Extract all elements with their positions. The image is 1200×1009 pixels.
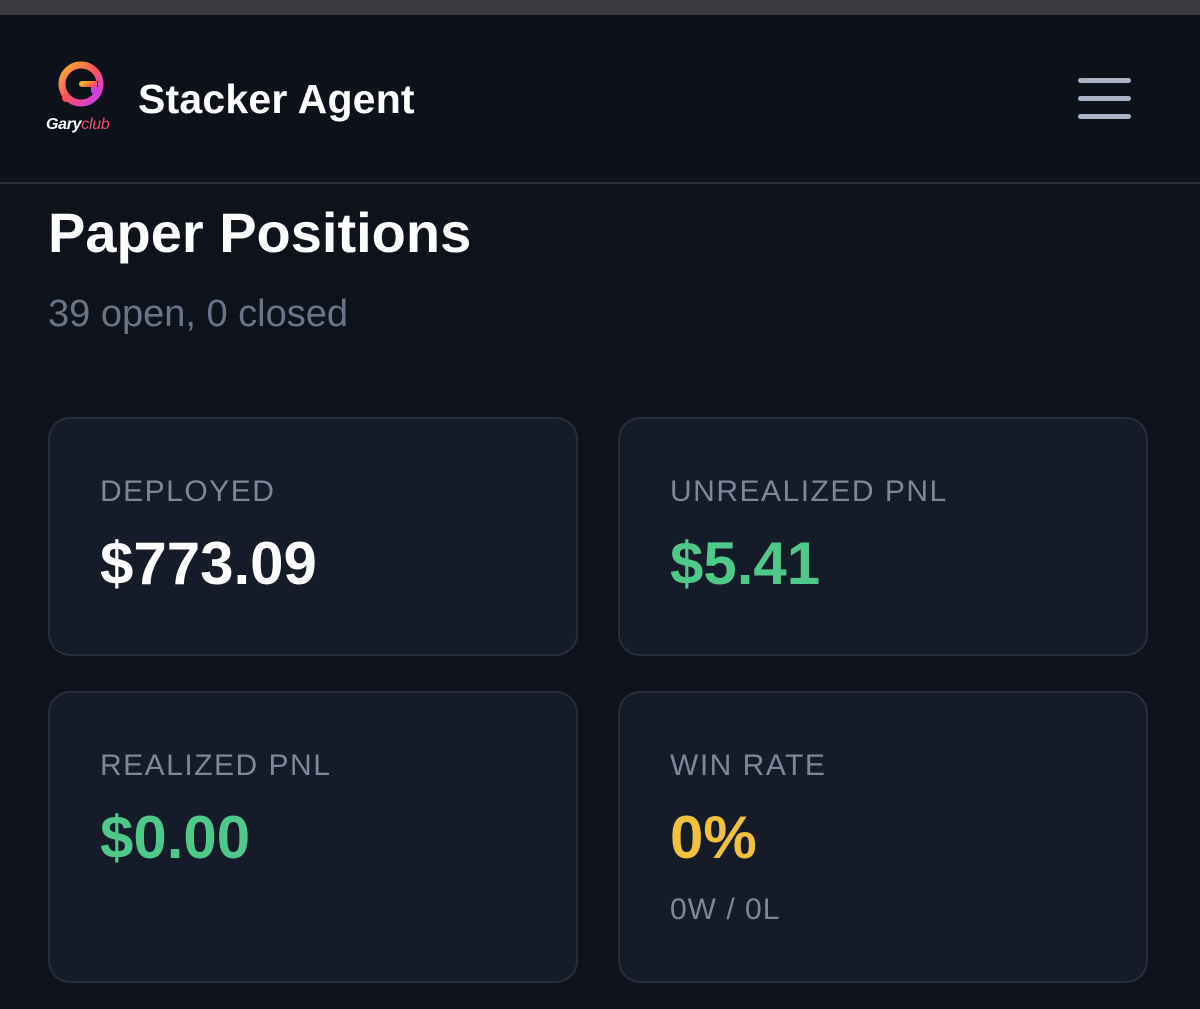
realized-pnl-card: REALIZED PNL $0.00	[48, 691, 578, 983]
page-title: Paper Positions	[48, 201, 472, 264]
logo-text-secondary: club	[81, 116, 110, 133]
deployed-label: DEPLOYED	[100, 475, 276, 508]
win-rate-value: 0%	[670, 804, 757, 871]
header-divider	[0, 182, 1200, 184]
unrealized-pnl-value: $5.41	[670, 530, 821, 597]
realized-pnl-label: REALIZED PNL	[100, 749, 332, 782]
win-loss-count: 0W / 0L	[670, 893, 781, 926]
app-title: Stacker Agent	[138, 76, 415, 122]
unrealized-pnl-card: UNREALIZED PNL $5.41	[618, 417, 1148, 656]
menu-bar-bottom	[1078, 114, 1131, 119]
logo-mark-icon	[58, 61, 104, 107]
realized-pnl-value: $0.00	[100, 804, 251, 871]
logo-text-primary: Gary	[46, 116, 82, 133]
menu-bar-top	[1078, 78, 1131, 83]
menu-bar-middle	[1078, 96, 1131, 101]
deployed-value: $773.09	[100, 530, 317, 597]
win-rate-card: WIN RATE 0% 0W / 0L	[618, 691, 1148, 983]
deployed-card: DEPLOYED $773.09	[48, 417, 578, 656]
positions-summary: 39 open, 0 closed	[48, 293, 349, 335]
unrealized-pnl-label: UNREALIZED PNL	[670, 475, 948, 508]
window-top-strip	[0, 0, 1200, 15]
logo-wordmark: Garyclub	[46, 116, 110, 134]
hamburger-menu-icon[interactable]	[1070, 70, 1138, 128]
gary-club-logo[interactable]: Garyclub	[44, 60, 118, 138]
win-rate-label: WIN RATE	[670, 749, 827, 782]
